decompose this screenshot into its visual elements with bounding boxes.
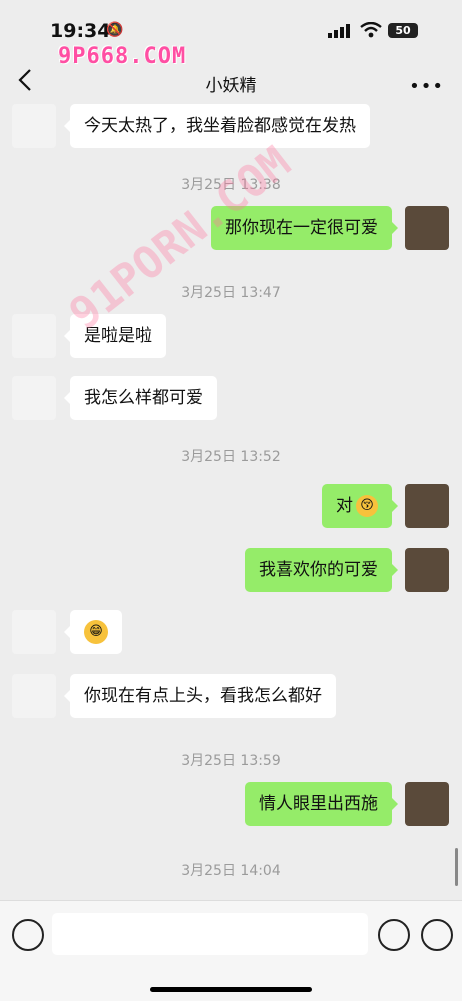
battery-indicator: 50 (388, 23, 418, 38)
message-bubble[interactable]: 今天太热了，我坐着脸都感觉在发热 (64, 104, 370, 148)
kissing-face-icon: 😚 (356, 495, 378, 517)
nav-bar: 小妖精 ••• (0, 58, 462, 104)
signal-icon (328, 24, 350, 38)
grinning-face-icon: 😁 (84, 620, 108, 644)
status-bar: 19:34 🔕 50 9P668.COM (0, 0, 462, 69)
home-indicator (150, 987, 312, 992)
my-avatar[interactable] (405, 484, 449, 528)
message-input[interactable] (52, 913, 368, 955)
plus-icon[interactable] (421, 919, 453, 951)
timestamp: 3月25日 13:52 (181, 449, 281, 465)
status-time: 19:34 (50, 20, 111, 42)
timestamp: 3月25日 13:59 (181, 753, 281, 769)
message-bubble[interactable]: 情人眼里出西施 (245, 782, 398, 826)
message-bubble[interactable]: 我喜欢你的可爱 (245, 548, 398, 592)
voice-input-icon[interactable] (12, 919, 44, 951)
scroll-indicator[interactable] (455, 848, 458, 886)
message-text: 对 (336, 496, 353, 516)
message-text: 我喜欢你的可爱 (259, 560, 378, 580)
chat-title: 小妖精 (205, 76, 257, 96)
message-text: 今天太热了，我坐着脸都感觉在发热 (84, 116, 356, 136)
contact-avatar[interactable] (12, 104, 56, 148)
contact-avatar[interactable] (12, 376, 56, 420)
message-text: 你现在有点上头，看我怎么都好 (84, 686, 322, 706)
mute-bell-icon: 🔕 (106, 22, 124, 38)
contact-avatar[interactable] (12, 314, 56, 358)
wifi-icon (360, 22, 382, 38)
contact-avatar[interactable] (12, 674, 56, 718)
my-avatar[interactable] (405, 782, 449, 826)
message-bubble[interactable]: 你现在有点上头，看我怎么都好 (64, 674, 336, 718)
my-avatar[interactable] (405, 548, 449, 592)
more-icon[interactable]: ••• (409, 76, 444, 97)
contact-avatar[interactable] (12, 610, 56, 654)
message-bubble[interactable]: 我怎么样都可爱 (64, 376, 217, 420)
message-text: 那你现在一定很可爱 (225, 218, 378, 238)
message-text: 我怎么样都可爱 (84, 388, 203, 408)
message-bubble[interactable]: 😁 (64, 610, 122, 654)
input-bar (0, 900, 462, 1001)
message-text: 情人眼里出西施 (259, 794, 378, 814)
my-avatar[interactable] (405, 206, 449, 250)
emoji-icon[interactable] (378, 919, 410, 951)
timestamp: 3月25日 14:04 (181, 863, 281, 879)
message-bubble[interactable]: 对 😚 (322, 484, 398, 528)
